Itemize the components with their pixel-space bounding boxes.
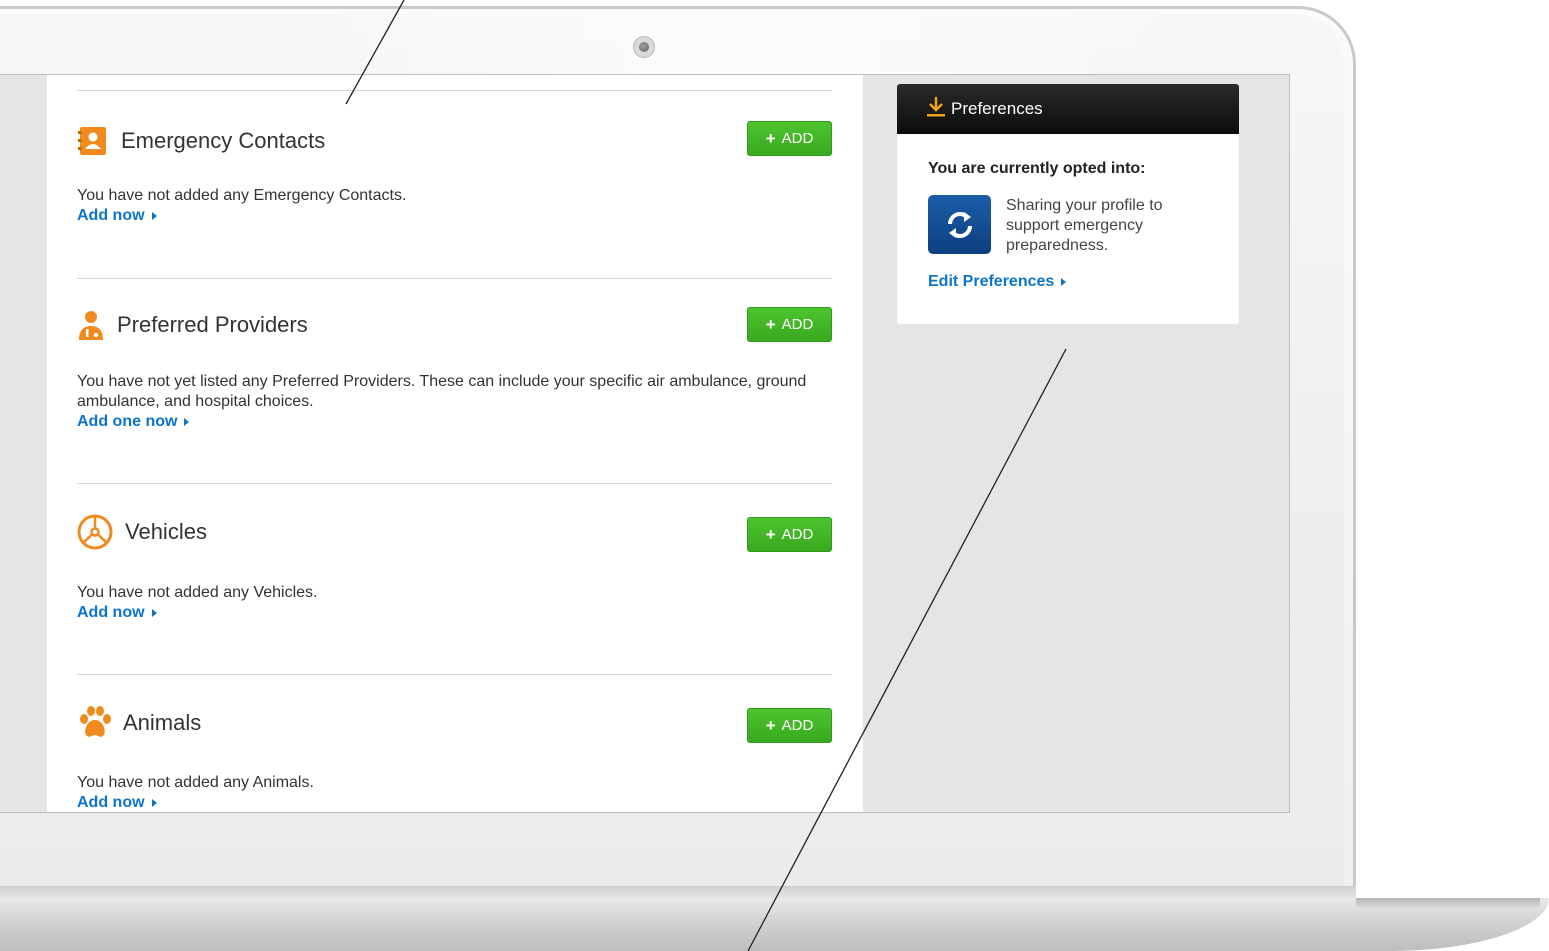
screen: Emergency Contacts + ADD You have not ad…	[0, 74, 1290, 813]
refresh-cycle-icon	[928, 195, 991, 254]
profile-main-panel: Emergency Contacts + ADD You have not ad…	[47, 75, 863, 812]
caret-right-icon	[1061, 278, 1067, 286]
paw-print-icon	[77, 705, 113, 741]
doctor-icon	[77, 309, 105, 341]
laptop-base	[0, 898, 1549, 951]
laptop-base-edge	[1356, 898, 1540, 908]
add-one-now-link[interactable]: Add one now	[77, 412, 190, 432]
laptop-hinge	[0, 886, 1356, 898]
section-header: Animals	[77, 703, 201, 743]
section-empty-text: You have not added any Emergency Contact…	[77, 187, 407, 204]
section-title: Preferred Providers	[117, 312, 308, 337]
download-icon	[927, 96, 945, 123]
add-button-label: ADD	[781, 717, 814, 734]
section-vehicles: Vehicles + ADD You have not added any Ve…	[77, 483, 832, 674]
add-animal-button[interactable]: + ADD	[747, 708, 832, 743]
add-one-now-link-label: Add one now	[77, 413, 178, 430]
plus-icon: +	[765, 314, 776, 334]
add-button-label: ADD	[781, 316, 814, 333]
contact-book-icon	[77, 125, 109, 157]
section-emergency-contacts: Emergency Contacts + ADD You have not ad…	[77, 90, 832, 278]
section-header: Preferred Providers	[77, 305, 308, 345]
edit-preferences-label: Edit Preferences	[928, 273, 1055, 290]
section-title: Animals	[123, 710, 202, 735]
plus-icon: +	[765, 524, 776, 544]
opted-in-description: Sharing your profile to support emergenc…	[1006, 197, 1163, 254]
section-header: Emergency Contacts	[77, 121, 325, 161]
section-header: Vehicles	[77, 512, 207, 552]
caret-right-icon	[151, 799, 157, 807]
add-button-label: ADD	[781, 526, 814, 543]
bezel-shine	[300, 14, 1200, 74]
caret-right-icon	[151, 212, 157, 220]
section-title: Vehicles	[125, 519, 207, 544]
plus-icon: +	[765, 715, 776, 735]
preferences-header: Preferences	[897, 84, 1239, 134]
steering-wheel-icon	[77, 514, 113, 550]
section-preferred-providers: Preferred Providers + ADD You have not y…	[77, 278, 832, 483]
add-now-link[interactable]: Add now	[77, 793, 157, 812]
add-button-label: ADD	[781, 130, 814, 147]
add-preferred-provider-button[interactable]: + ADD	[747, 307, 832, 342]
add-now-link-label: Add now	[77, 604, 145, 621]
opted-into-label: You are currently opted into:	[928, 160, 1146, 177]
camera-icon	[633, 36, 655, 58]
edit-preferences-link[interactable]: Edit Preferences	[928, 273, 1067, 291]
add-now-link[interactable]: Add now	[77, 603, 157, 623]
plus-icon: +	[765, 128, 776, 148]
add-vehicle-button[interactable]: + ADD	[747, 517, 832, 552]
section-animals: Animals + ADD You have not added any Ani…	[77, 674, 832, 812]
add-now-link[interactable]: Add now	[77, 206, 157, 226]
section-empty-text: You have not added any Vehicles.	[77, 584, 318, 601]
section-title: Emergency Contacts	[121, 128, 326, 153]
add-now-link-label: Add now	[77, 794, 145, 811]
add-now-link-label: Add now	[77, 207, 145, 224]
caret-right-icon	[151, 609, 157, 617]
preferences-title: Preferences	[951, 99, 1043, 118]
add-emergency-contact-button[interactable]: + ADD	[747, 121, 832, 156]
caret-right-icon	[184, 418, 190, 426]
preferences-card: Preferences You are currently opted into…	[897, 84, 1239, 324]
section-empty-text: You have not yet listed any Preferred Pr…	[77, 373, 807, 410]
section-empty-text: You have not added any Animals.	[77, 774, 314, 791]
